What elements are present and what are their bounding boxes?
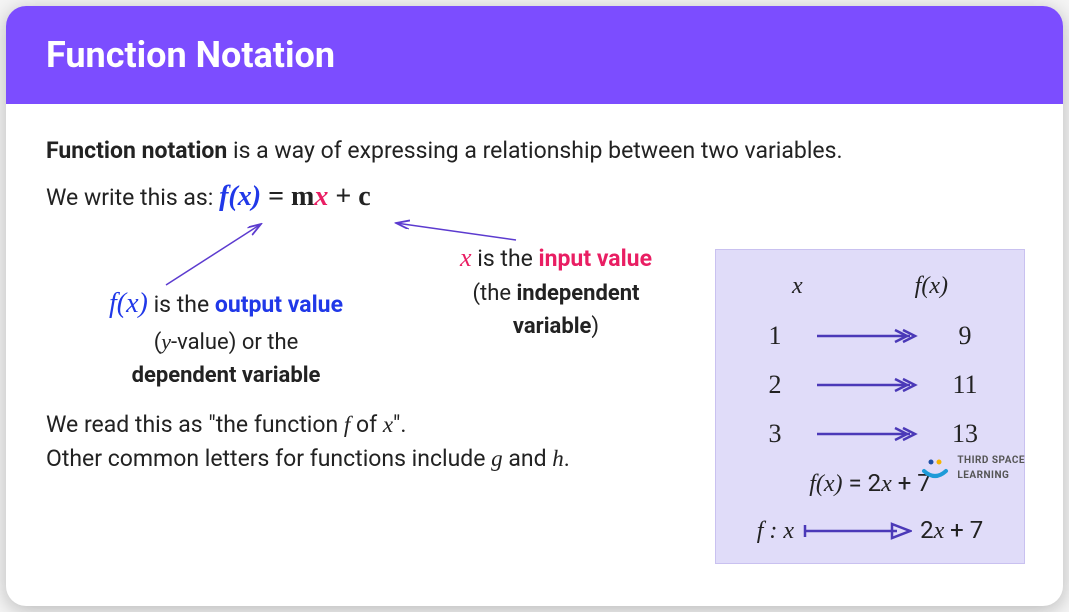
right-annot-line2: (the independent [426, 277, 686, 310]
mapsto-lhs: f : x [757, 513, 794, 549]
equation-eq: = m [261, 181, 314, 212]
mapsto-arrow-icon [802, 521, 912, 541]
left-annotation: f(x) is the output value (y-value) or th… [66, 283, 386, 392]
intro-line: Function notation is a way of expressing… [46, 134, 1023, 169]
intro-term: Function notation [46, 137, 227, 164]
lower2-h: h [552, 446, 564, 471]
card-content: Function notation is a way of expressing… [6, 104, 1063, 497]
mapping-x: 1 [755, 316, 795, 355]
intro-rest: is a way of expressing a relationship be… [227, 137, 842, 164]
right-annot-text1a: is the [472, 245, 539, 272]
mapping-fx: 11 [945, 365, 985, 404]
logo-icon [921, 457, 949, 479]
lower1-a: We read this as "the function [46, 411, 344, 438]
right-annotation: x is the input value (the independent va… [426, 238, 686, 343]
mapsto-b: 2 [920, 516, 934, 544]
mapping-fx: 9 [945, 316, 985, 355]
right-annot-line3: variable) [426, 310, 686, 343]
mapping-formula-eq: = 2 [843, 469, 882, 497]
mapping-formula-x: x [881, 471, 892, 497]
card-title: Function Notation [46, 34, 335, 76]
equation-lead: We write this as: [46, 184, 219, 211]
mapping-row: 1 9 [736, 316, 1004, 355]
left-annot-text1a: is the [148, 291, 215, 318]
mapping-header: x f(x) [736, 268, 1004, 304]
lower1-x: x [383, 412, 393, 437]
right-annot-x: x [460, 243, 472, 272]
lower2-g: g [491, 446, 503, 471]
brand-logo: THIRD SPACE LEARNING [921, 453, 1025, 483]
lower2-a: Other common letters for functions inclu… [46, 445, 491, 472]
mapping-fx: 13 [945, 414, 985, 453]
logo-line1: THIRD SPACE [957, 453, 1025, 468]
mapsto-rhs: 2x + 7 [920, 512, 983, 549]
mapping-arrow-icon [815, 425, 925, 443]
right-annot-text1b: input value [539, 245, 652, 272]
mapping-row: 3 13 [736, 414, 1004, 453]
card-header: Function Notation [6, 6, 1063, 104]
left-annot-line3: dependent variable [66, 359, 386, 392]
mapping-mapsto: f : x 2x + 7 [736, 512, 1004, 549]
left-annot-y: y [161, 329, 171, 354]
right-annot-line1: x is the input value [426, 238, 686, 277]
equation-line: We write this as: f(x) = mx + c [46, 175, 1023, 218]
left-annot-fx: f(x) [109, 288, 148, 319]
equation-c: + c [328, 181, 370, 212]
mapping-x: 2 [755, 365, 795, 404]
mapsto-x: x [934, 518, 945, 544]
mapping-row: 2 11 [736, 365, 1004, 404]
right-annot-text3b: ) [591, 314, 599, 339]
right-annot-text2b: independent [516, 281, 639, 306]
equation: f(x) = mx + c [219, 175, 371, 218]
right-annot-text3a: variable [513, 314, 591, 339]
mapping-formula-fx: f(x) [809, 471, 842, 497]
right-annot-text2a: (the [472, 281, 516, 306]
mapping-col2: f(x) [915, 268, 948, 304]
lesson-card: Function Notation Function notation is a… [6, 6, 1063, 606]
mapping-arrow-icon [815, 376, 925, 394]
logo-text: THIRD SPACE LEARNING [957, 453, 1025, 483]
mapping-panel: x f(x) 1 9 2 11 3 13 f(x) = 2x + 7 [715, 249, 1025, 564]
left-annot-text1b: output value [215, 291, 343, 318]
lower2-b: and [503, 445, 553, 472]
logo-line2: LEARNING [957, 468, 1025, 483]
mapsto-c: + 7 [944, 516, 983, 544]
left-annot-line2: (y-value) or the [66, 325, 386, 359]
equation-x: x [314, 181, 328, 212]
mapping-arrow-icon [815, 327, 925, 345]
lower2-c: . [564, 445, 570, 472]
left-annot-line1: f(x) is the output value [66, 283, 386, 325]
mapping-x: 3 [755, 414, 795, 453]
left-annot-text2b: -value) or the [171, 330, 298, 355]
equation-fx: f(x) [219, 181, 261, 212]
lower1-c: ". [393, 411, 406, 438]
lower1-b: of [350, 411, 383, 438]
mapping-col1: x [792, 268, 803, 304]
